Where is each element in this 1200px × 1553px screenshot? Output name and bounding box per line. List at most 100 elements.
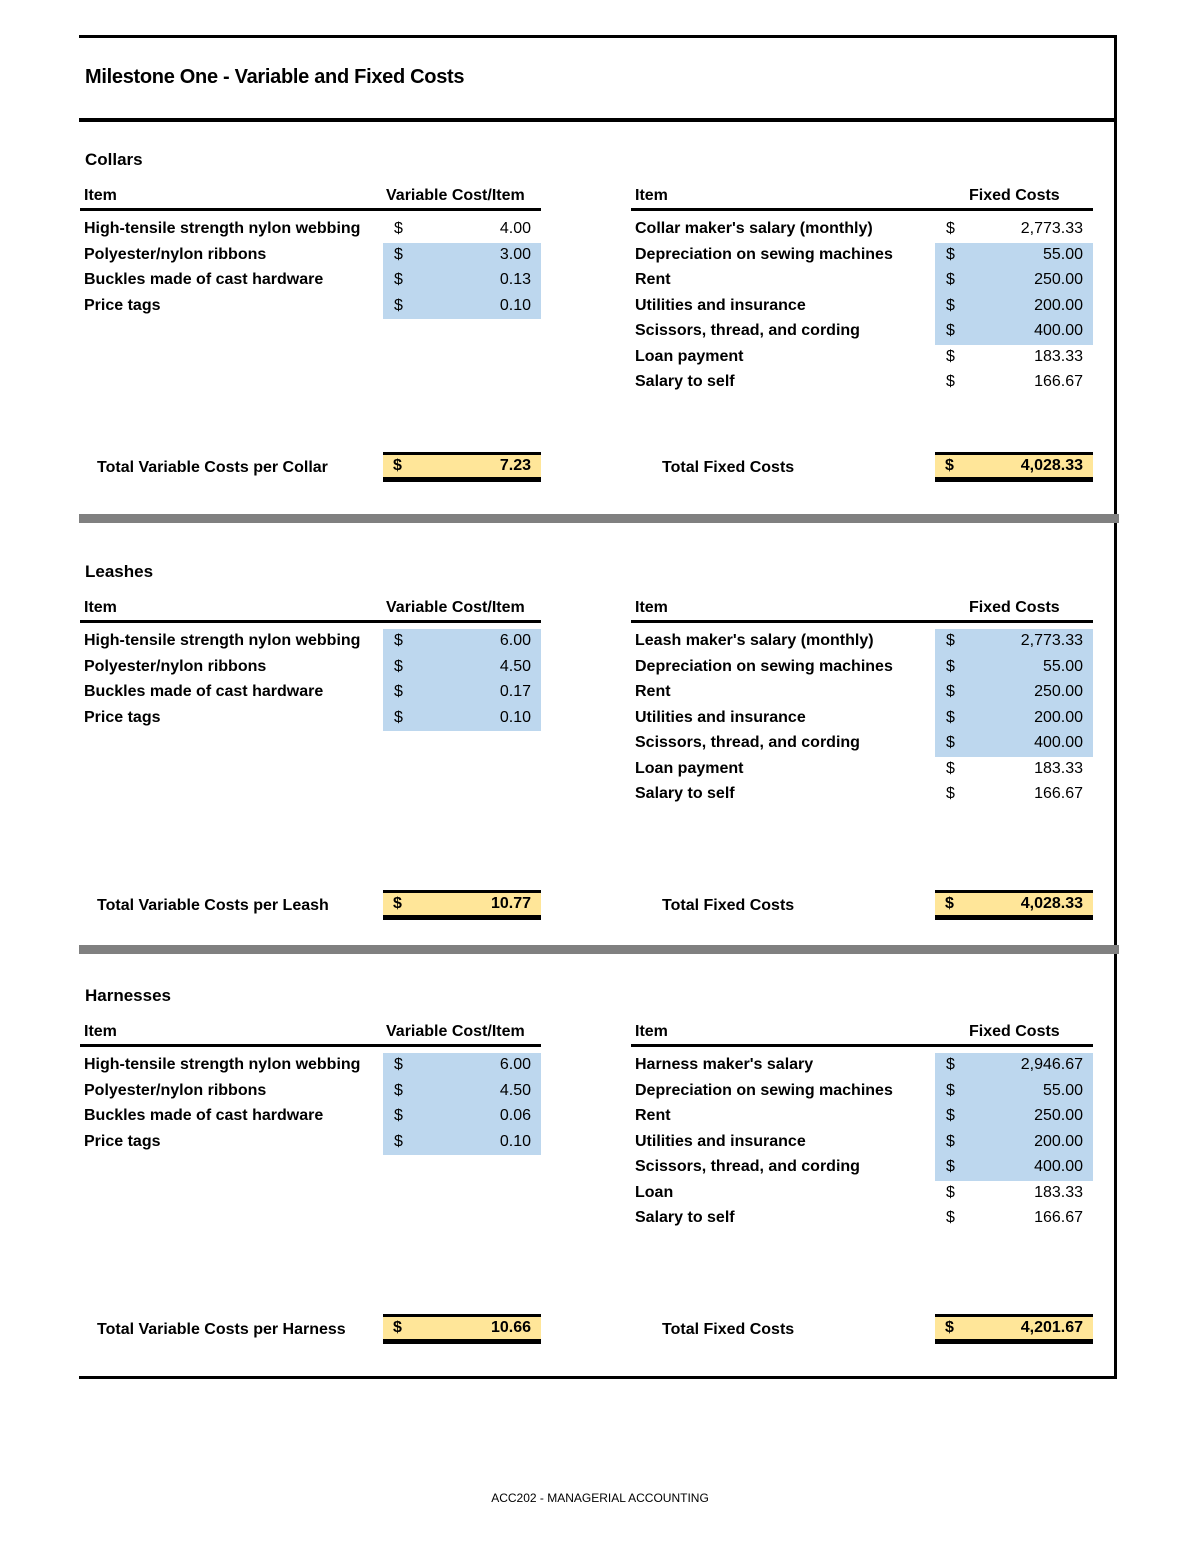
page-title: Milestone One - Variable and Fixed Costs	[85, 66, 465, 88]
section-title: Leashes	[85, 562, 154, 581]
total-variable-value: 10.66	[490, 1319, 531, 1336]
cost-value: 3.00	[499, 245, 531, 263]
cost-cell: $6.00	[383, 1053, 541, 1079]
variable-cost-table: Item Variable Cost/Item High-tensile stren…	[80, 184, 541, 319]
table-row: Buckles made of cast hardware $0.06	[80, 1104, 541, 1130]
cost-cell: $2,773.33	[935, 217, 1093, 243]
item-label: Utilities and insurance	[635, 708, 806, 726]
item-label: Scissors, thread, and cording	[635, 1158, 860, 1175]
table-row: Rent $250.00	[631, 268, 1093, 294]
table-row: Depreciation on sewing machines $55.00	[631, 1078, 1093, 1104]
table-row: Price tags $0.10	[80, 293, 541, 319]
item-label: Loan	[635, 1183, 674, 1201]
cost-cell: $55.00	[935, 1078, 1093, 1104]
section-divider	[79, 945, 1119, 954]
currency-symbol: $	[946, 271, 955, 288]
cost-value: 200.00	[1034, 296, 1083, 314]
cost-value: 0.10	[499, 1132, 531, 1150]
cost-cell: $0.06	[383, 1104, 541, 1130]
item-label: Polyester/nylon ribbons	[84, 657, 267, 675]
currency-symbol: $	[394, 708, 403, 726]
cost-value: 400.00	[1034, 1158, 1083, 1175]
title-divider	[79, 118, 1117, 122]
cost-value: 0.06	[499, 1107, 531, 1124]
fixed-cost-header: Fixed Costs	[969, 599, 1060, 616]
cost-cell: $2,946.67	[935, 1053, 1093, 1079]
cost-value: 0.10	[499, 296, 531, 314]
item-label: Rent	[635, 683, 671, 700]
table-row: Scissors, thread, and cording $400.00	[631, 319, 1093, 345]
table-row: Depreciation on sewing machines $55.00	[631, 654, 1093, 680]
currency-symbol: $	[946, 1056, 955, 1073]
item-label: Price tags	[84, 296, 161, 314]
total-fixed-value: 4,028.33	[1020, 895, 1083, 912]
item-label: Leash maker's salary (monthly)	[635, 632, 874, 649]
total-variable-box: $7.23	[383, 452, 541, 482]
table-header: Item Variable Cost/Item	[80, 596, 541, 623]
table-header: Item Variable Cost/Item	[80, 1020, 541, 1047]
table-row: Scissors, thread, and cording $400.00	[631, 1155, 1093, 1181]
item-label: Depreciation on sewing machines	[635, 657, 893, 675]
currency-symbol: $	[946, 1183, 955, 1201]
currency-symbol: $	[393, 457, 402, 474]
table-row: Loan payment $183.33	[631, 345, 1093, 371]
item-label: Loan payment	[635, 759, 744, 777]
table-row: Salary to self $166.67	[631, 782, 1093, 808]
table-row: Depreciation on sewing machines $55.00	[631, 242, 1093, 268]
cost-cell: $0.13	[383, 268, 541, 294]
table-row: Price tags $0.10	[80, 1129, 541, 1155]
cost-cell: $4.50	[383, 654, 541, 680]
cost-value: 183.33	[1034, 1183, 1083, 1201]
cost-value: 183.33	[1034, 759, 1083, 777]
item-header: Item	[84, 599, 117, 616]
item-label: Rent	[635, 1107, 671, 1124]
total-variable-box: $10.77	[383, 890, 541, 920]
currency-symbol: $	[394, 632, 403, 649]
table-row: Harness maker's salary $2,946.67	[631, 1053, 1093, 1079]
cost-cell: $4.50	[383, 1078, 541, 1104]
currency-symbol: $	[946, 785, 955, 802]
currency-symbol: $	[946, 734, 955, 751]
currency-symbol: $	[946, 1158, 955, 1175]
variable-cost-table: Item Variable Cost/Item High-tensile stren…	[80, 1020, 541, 1155]
table-row: Salary to self $166.67	[631, 1206, 1093, 1232]
currency-symbol: $	[946, 1132, 955, 1150]
table-row: High-tensile strength nylon webbing $6.00	[80, 629, 541, 655]
table-row: Loan $183.33	[631, 1181, 1093, 1207]
currency-symbol: $	[946, 1081, 955, 1099]
currency-symbol: $	[946, 1209, 955, 1226]
cost-cell: $166.67	[935, 1206, 1093, 1232]
currency-symbol: $	[394, 1107, 403, 1124]
item-label: Salary to self	[635, 785, 735, 802]
total-variable-label: Total Variable Costs per Collar	[97, 459, 328, 476]
cost-cell: $400.00	[935, 319, 1093, 345]
cost-value: 2,773.33	[1020, 632, 1083, 649]
item-header: Item	[84, 1023, 117, 1040]
item-label: Scissors, thread, and cording	[635, 734, 860, 751]
item-label: Harness maker's salary	[635, 1056, 814, 1073]
total-variable-label: Total Variable Costs per Harness	[97, 1321, 346, 1338]
cost-cell: $166.67	[935, 782, 1093, 808]
cost-value: 400.00	[1034, 322, 1083, 339]
cost-cell: $200.00	[935, 1129, 1093, 1155]
table-row: Utilities and insurance $200.00	[631, 293, 1093, 319]
cost-value: 200.00	[1034, 1132, 1083, 1150]
cost-value: 55.00	[1042, 245, 1083, 263]
currency-symbol: $	[945, 1319, 954, 1336]
item-label: High-tensile strength nylon webbing	[84, 632, 361, 649]
cost-cell: $0.10	[383, 1129, 541, 1155]
table-row: Buckles made of cast hardware $0.17	[80, 680, 541, 706]
item-label: High-tensile strength nylon webbing	[84, 220, 361, 237]
currency-symbol: $	[393, 1319, 402, 1336]
item-label: Depreciation on sewing machines	[635, 245, 893, 263]
item-label: Depreciation on sewing machines	[635, 1081, 893, 1099]
variable-cost-table: Item Variable Cost/Item High-tensile stren…	[80, 596, 541, 731]
currency-symbol: $	[946, 220, 955, 237]
cost-value: 4.00	[499, 220, 531, 237]
cost-value: 6.00	[499, 1056, 531, 1073]
table-row: Polyester/nylon ribbons $4.50	[80, 654, 541, 680]
cost-value: 200.00	[1034, 708, 1083, 726]
item-header: Item	[635, 187, 668, 204]
currency-symbol: $	[946, 632, 955, 649]
cost-value: 250.00	[1034, 271, 1083, 288]
